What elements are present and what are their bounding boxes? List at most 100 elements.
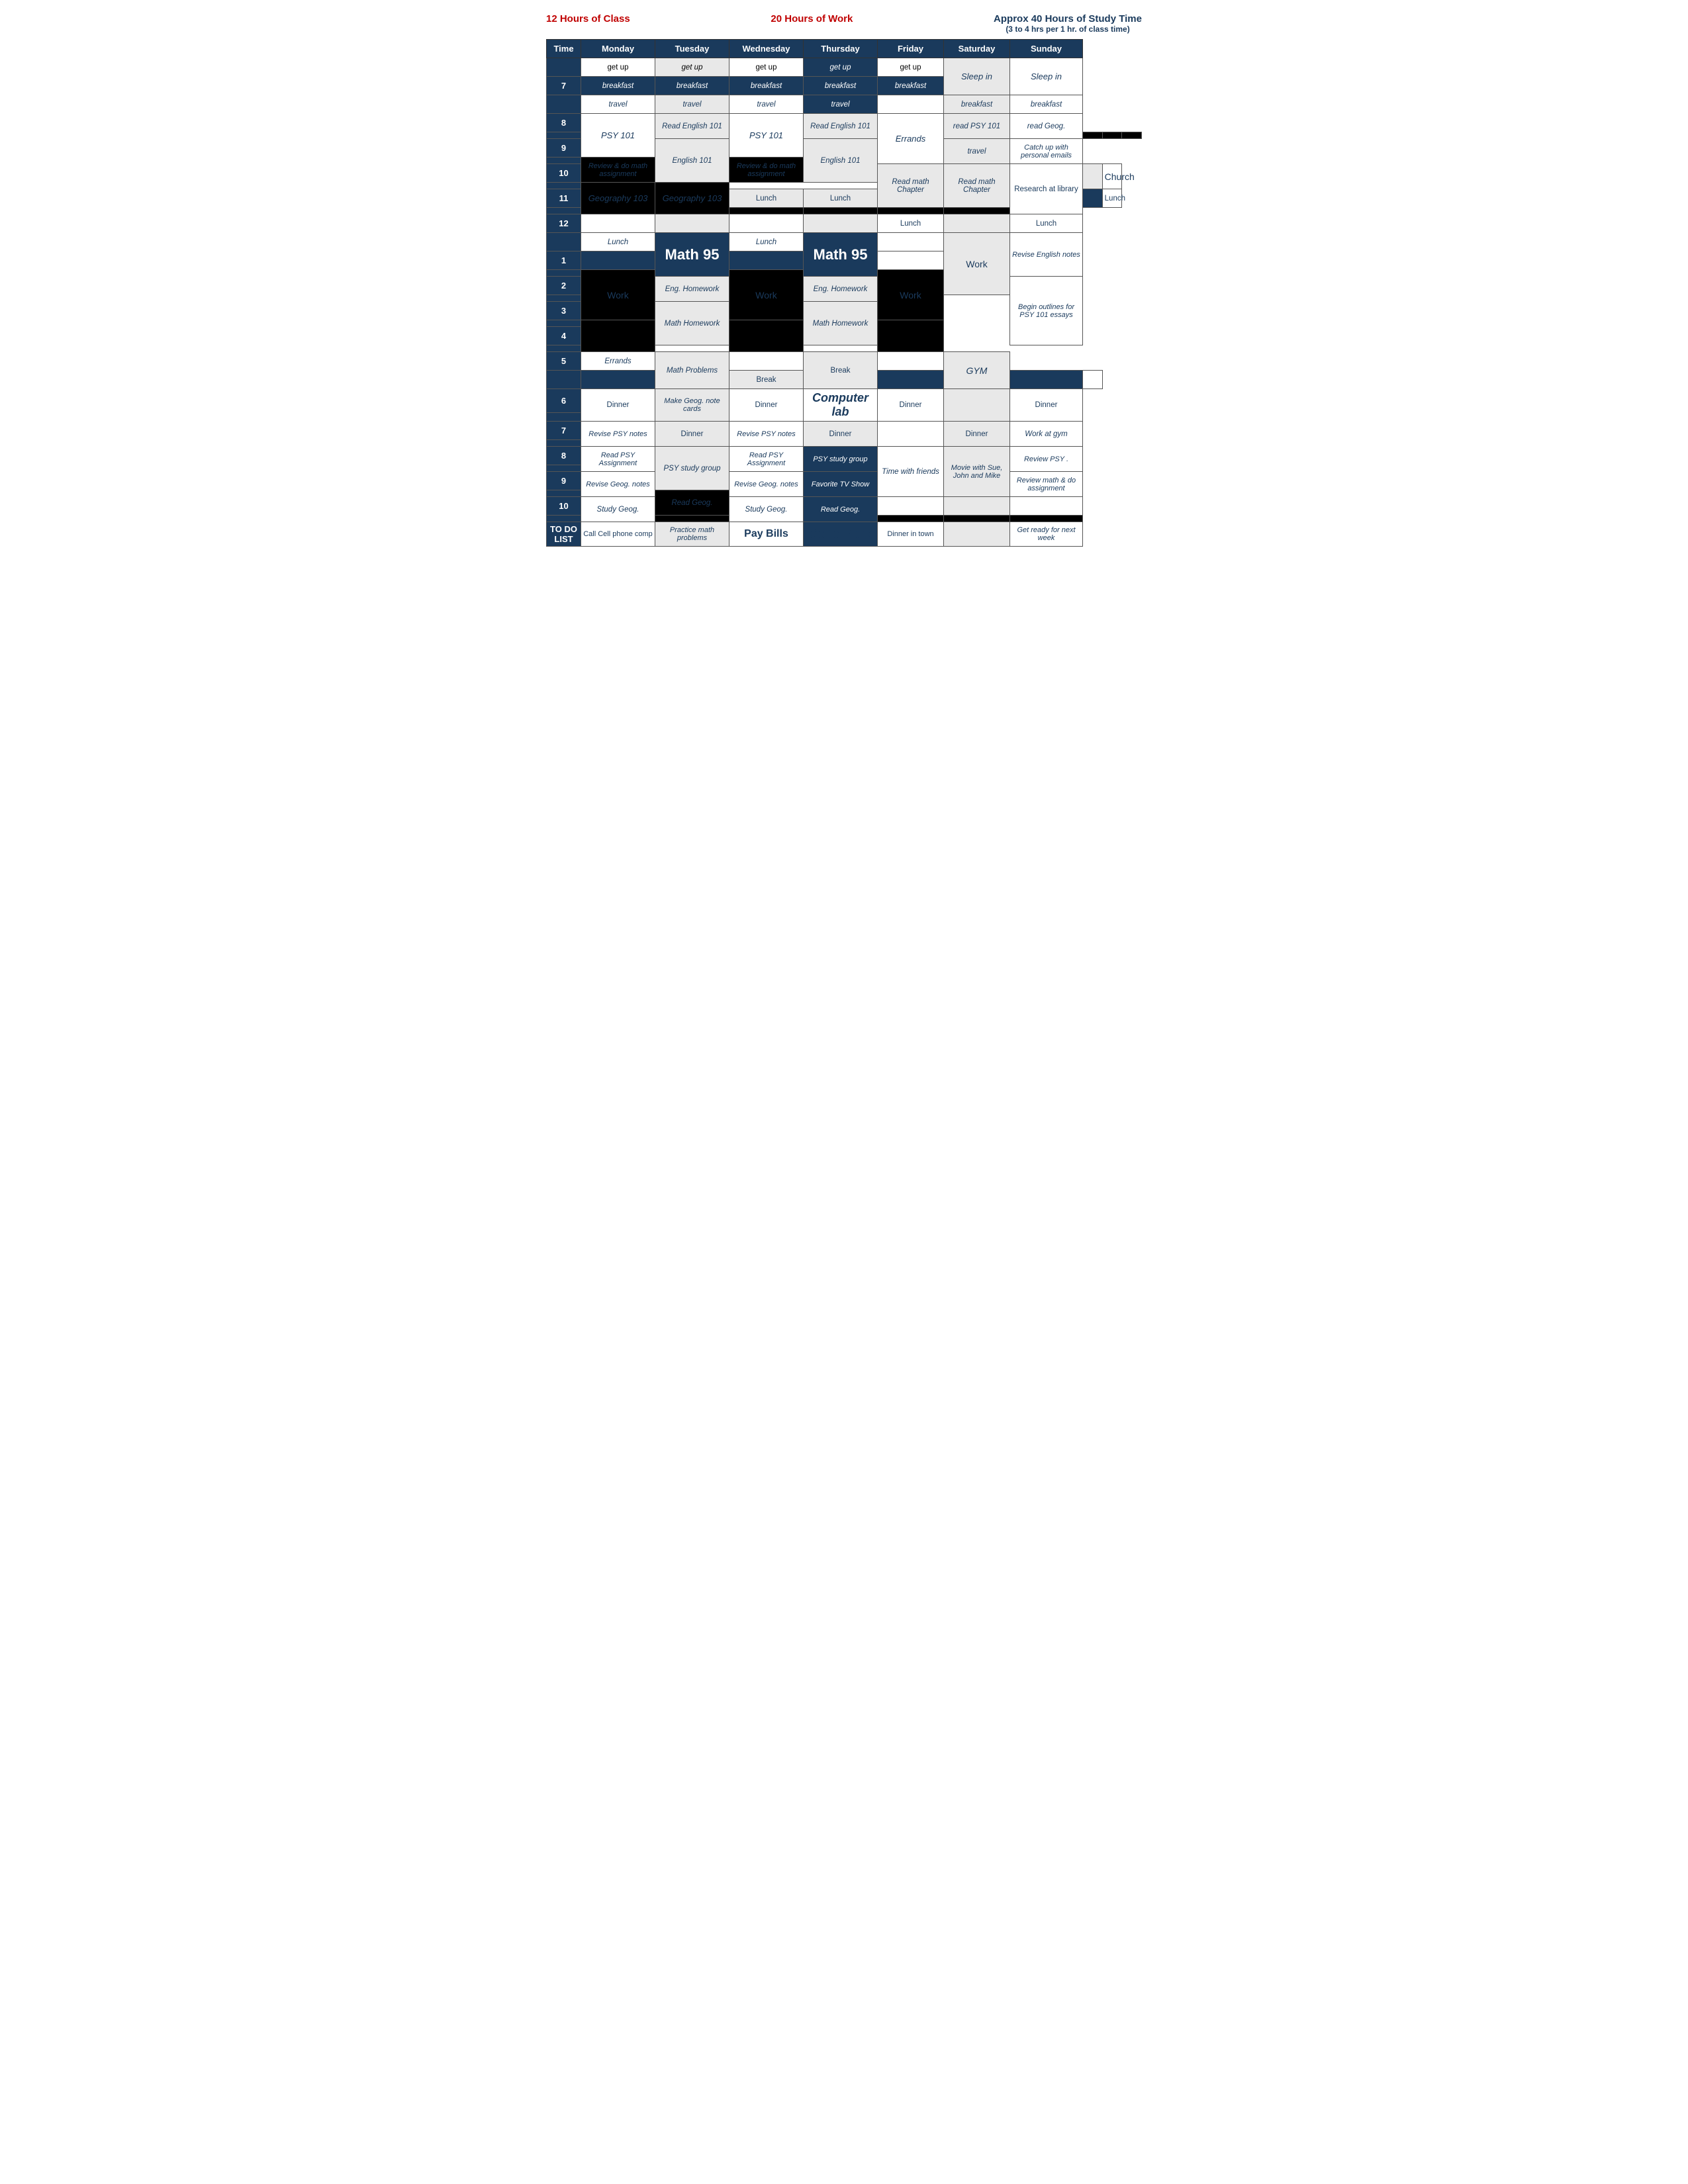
fri-blank — [878, 95, 944, 114]
table-row: 12 Lunch Lunch — [547, 214, 1142, 233]
fri-blank1 — [878, 251, 944, 270]
sat-work: Work — [944, 233, 1010, 295]
fri-black-b — [1010, 371, 1083, 389]
sun-blank-b — [1083, 371, 1103, 389]
time-blank2 — [547, 233, 581, 251]
tue-breakfast: breakfast — [655, 77, 729, 95]
table-row: travel travel travel travel breakfast br… — [547, 95, 1142, 114]
sat-sleepin: Sleep in — [944, 58, 1010, 95]
wed-breakfast: breakfast — [729, 77, 804, 95]
col-sunday: Sunday — [1010, 40, 1083, 58]
thu-readgeog: Read Geog. — [804, 497, 878, 522]
sep-time — [547, 270, 581, 277]
mon-work: Work — [581, 270, 655, 320]
tue-psygroup: PSY study group — [655, 447, 729, 490]
sat-readpsy: read PSY 101 — [944, 114, 1010, 139]
thu-breakfast: breakfast — [804, 77, 878, 95]
thu-readenglish: Read English 101 — [804, 114, 878, 139]
sun-sleepin: Sleep in — [1010, 58, 1083, 95]
wed-travel: travel — [729, 95, 804, 114]
thu-math95: Math 95 — [804, 233, 878, 277]
tue-lunch11: Lunch — [729, 189, 804, 208]
sun-catchup: Catch up with personal emails — [1010, 139, 1083, 164]
sep-time — [547, 490, 581, 497]
mon-geog103-a: Geography 103 — [581, 183, 655, 214]
table-row: get up get up get up get up get up Sleep… — [547, 58, 1142, 77]
table-row: 9 Revise Geog. notes Revise Geog. notes … — [547, 472, 1142, 490]
fri-dinner6: Dinner — [878, 389, 944, 422]
col-thursday: Thursday — [804, 40, 878, 58]
mon-reviewmath: Review & do math assignment — [581, 158, 655, 183]
tue-blank12 — [655, 214, 729, 233]
tue-english101: English 101 — [655, 139, 729, 183]
header-title-3: Approx 40 Hours of Study Time — [994, 13, 1142, 24]
sat-travel: travel — [944, 139, 1010, 164]
tue-mathhomework: Math Homework — [655, 302, 729, 345]
wed-lunch-it: Lunch — [729, 233, 804, 251]
tue-dinner7: Dinner — [655, 422, 729, 447]
sun-reviewmath9: Review math & do assignment — [1010, 472, 1083, 497]
schedule-table: Time Monday Tuesday Wednesday Thursday F… — [546, 39, 1142, 547]
tue-getup: get up — [655, 58, 729, 77]
thu-readmath: Read math Chapter — [944, 164, 1010, 208]
sun-outlines: Begin outlines for PSY 101 essays — [1010, 277, 1083, 345]
fri-errands: Errands — [878, 114, 944, 164]
time-9: 9 — [547, 139, 581, 158]
fri-blank10 — [878, 497, 944, 516]
fri-getup: get up — [878, 58, 944, 77]
time-7: 7 — [547, 77, 581, 95]
header-title-2: 20 Hours of Work — [771, 13, 853, 24]
time-blank3 — [547, 371, 581, 389]
wed-getup: get up — [729, 58, 804, 77]
mon-revisepsy: Revise PSY notes — [581, 422, 655, 447]
col-saturday: Saturday — [944, 40, 1010, 58]
sun-lunch12: Lunch — [1010, 214, 1083, 233]
thu-todo: Go to Bank — [804, 522, 878, 547]
time-8pm: 8 — [547, 447, 581, 465]
fri-researchlib: Research at library — [1010, 164, 1083, 214]
wed-psy101: PSY 101 — [729, 114, 804, 158]
fri-lunch12: Lunch — [878, 214, 944, 233]
wed-revisegeog: Revise Geog. notes — [729, 472, 804, 497]
sep-time — [547, 183, 581, 189]
sat-blank — [1083, 164, 1103, 189]
thu-psygroup: PSY study group — [804, 447, 878, 472]
header-col3: Approx 40 Hours of Study Time (3 to 4 hr… — [994, 13, 1142, 34]
thu-blank12 — [804, 214, 878, 233]
tue-makegeog: Make Geog. note cards — [655, 389, 729, 422]
sep-time — [547, 465, 581, 472]
sun-todo: Get ready for next week — [1010, 522, 1083, 547]
fri-work2 — [878, 320, 944, 352]
thu-favtv: Favorite TV Show — [804, 472, 878, 497]
sep-time — [547, 295, 581, 302]
sep-time — [547, 132, 581, 139]
header-col1: 12 Hours of Class — [546, 13, 630, 25]
sat-blank10 — [944, 497, 1010, 516]
fri-todo: Dinner in town — [878, 522, 944, 547]
sep-time — [547, 516, 581, 522]
tue-readgeog: Read Geog. — [655, 490, 729, 516]
fri-blank5 — [878, 352, 944, 371]
todo-row: TO DO LIST Call Cell phone comp Practice… — [547, 522, 1142, 547]
mon-lunch-it: Lunch — [581, 233, 655, 251]
wed-work2 — [729, 320, 804, 352]
time-10: 10 — [547, 164, 581, 183]
tue-mathprobs: Math Problems — [655, 352, 729, 389]
sun-readgeog: read Geog. — [1010, 114, 1083, 139]
time-3: 3 — [547, 302, 581, 320]
wed-revisepsy: Revise PSY notes — [729, 422, 804, 447]
tue-travel: travel — [655, 95, 729, 114]
wed-readpsy: Read PSY Assignment — [729, 447, 804, 472]
sun-reviewpsy: Review PSY . — [1010, 447, 1083, 472]
mon-readpsy: Read PSY Assignment — [581, 447, 655, 472]
sat-breakfast: breakfast — [944, 95, 1010, 114]
tue-enghomework: Eng. Homework — [655, 277, 729, 302]
mon-psy101: PSY 101 — [581, 114, 655, 158]
header-row: Time Monday Tuesday Wednesday Thursday F… — [547, 40, 1142, 58]
thu-lunch11: Lunch — [804, 189, 878, 208]
fri-work: Work — [878, 270, 944, 320]
tue-break-label: Break — [729, 371, 804, 389]
sat-dinner7: Dinner — [944, 422, 1010, 447]
wed-blank12 — [729, 214, 804, 233]
time-1: 1 — [547, 251, 581, 270]
